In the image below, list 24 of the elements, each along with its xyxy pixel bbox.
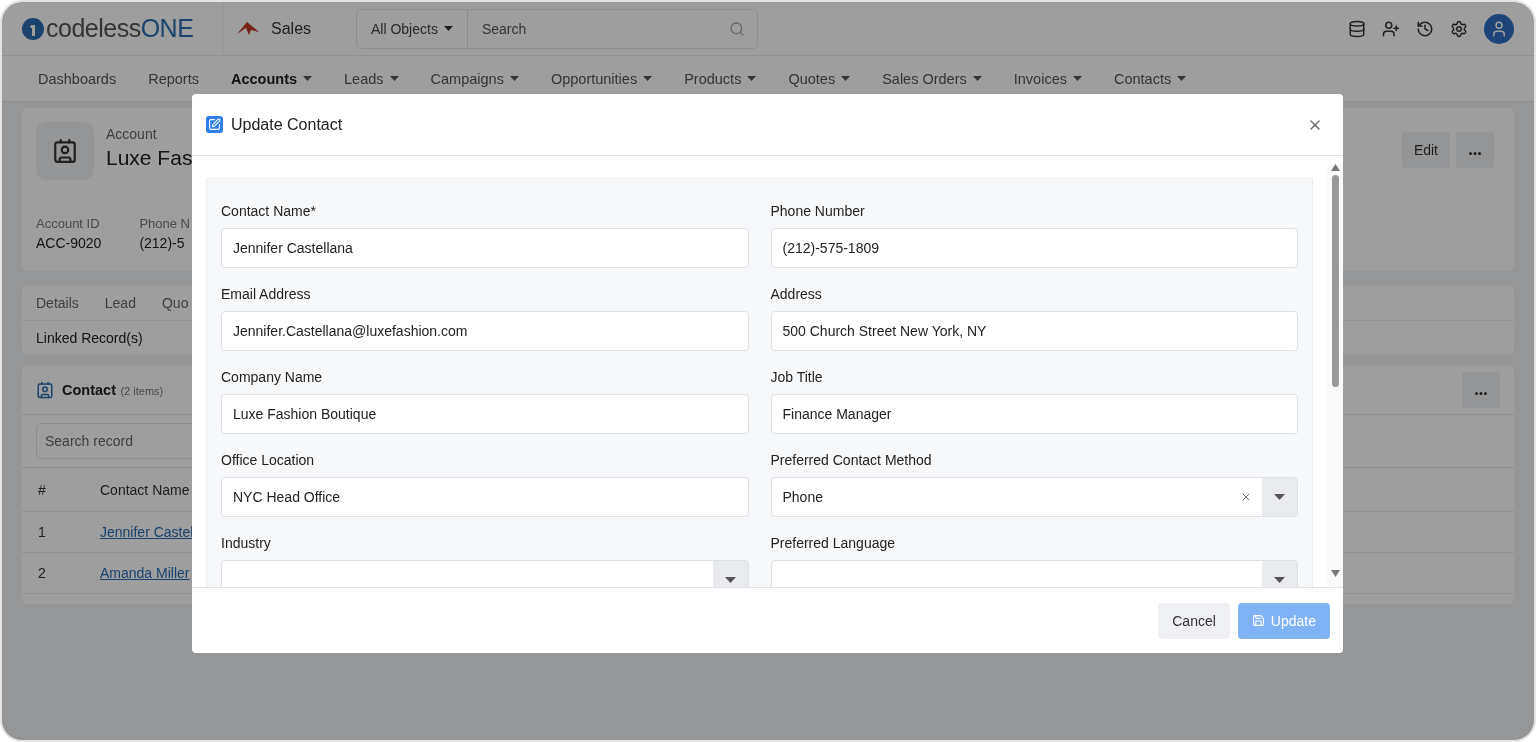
logo: codelessONE — [22, 14, 222, 43]
field-label: Phone N — [139, 216, 190, 231]
column-header: # — [38, 481, 46, 498]
field-label: Job Title — [770, 369, 824, 385]
app-name: Sales — [271, 19, 312, 38]
field-label: Account ID — [36, 216, 101, 231]
field-value: (212)-5 — [139, 235, 186, 251]
record-type: Account — [106, 126, 158, 142]
field-value: ACC-9020 — [36, 235, 102, 251]
account-name: Luxe Fas — [106, 146, 193, 170]
column-header: Contact Name — [100, 481, 190, 498]
field-label: Preferred Language — [770, 535, 897, 551]
field-label: Preferred Contact Method — [770, 452, 933, 468]
dialog-title: Update Contact — [231, 115, 343, 134]
field-label: Company Name — [221, 369, 324, 385]
table-cell-text: 2 — [37, 565, 47, 581]
field-label: Industry — [221, 535, 272, 551]
linked-records-label: Linked Record(s) — [36, 330, 143, 346]
field-label: Phone Number — [770, 203, 866, 219]
table-cell-text: 1 — [37, 524, 47, 540]
section-title: Contact (2 items) — [62, 380, 164, 399]
field-label: Contact Name* — [221, 203, 317, 219]
field-label: Email Address — [221, 286, 312, 302]
field-label: Address — [770, 286, 823, 302]
